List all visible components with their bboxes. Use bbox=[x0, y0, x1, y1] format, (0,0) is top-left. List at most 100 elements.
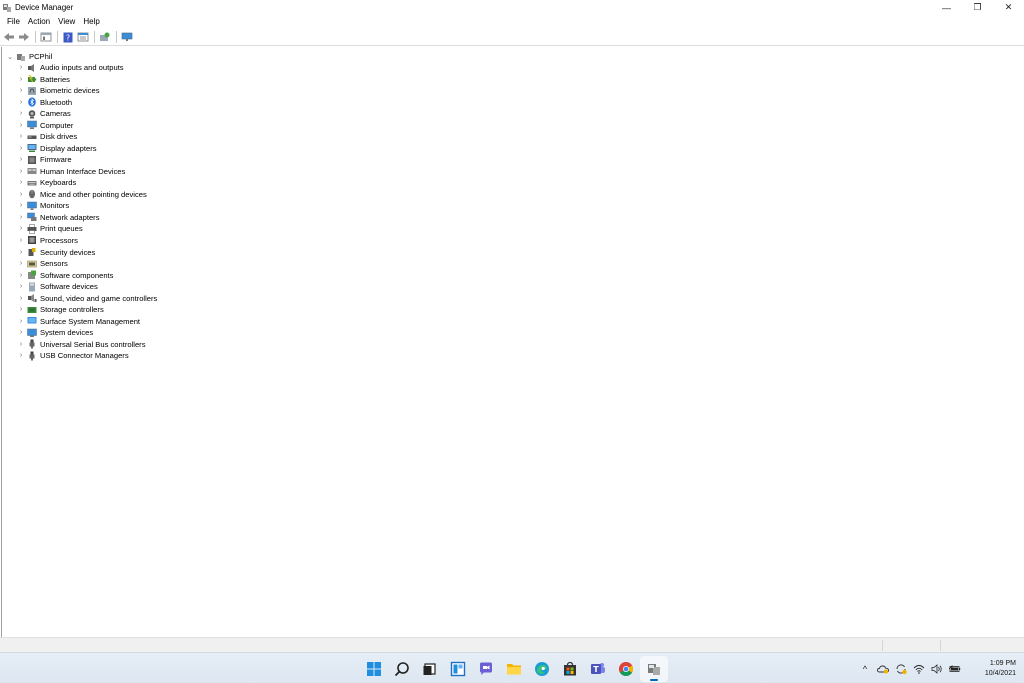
expand-chevron-icon[interactable]: › bbox=[17, 189, 25, 200]
widgets-icon[interactable] bbox=[444, 656, 472, 682]
expand-chevron-icon[interactable]: › bbox=[17, 74, 25, 85]
tree-item[interactable]: › Sensors bbox=[17, 258, 157, 270]
expand-chevron-icon[interactable]: › bbox=[17, 258, 25, 269]
show-hidden-icons-chevron-icon[interactable]: ^ bbox=[856, 659, 874, 679]
file-explorer-icon[interactable] bbox=[500, 656, 528, 682]
menu-file[interactable]: File bbox=[3, 15, 24, 29]
tree-item[interactable]: › Monitors bbox=[17, 200, 157, 212]
tree-item-label: Software components bbox=[40, 270, 114, 280]
tree-item[interactable]: › Security devices bbox=[17, 246, 157, 258]
collapse-chevron-icon[interactable]: ⌄ bbox=[6, 51, 14, 62]
back-arrow-icon[interactable] bbox=[2, 31, 16, 44]
expand-chevron-icon[interactable]: › bbox=[17, 235, 25, 246]
tree-item[interactable]: › Mice and other pointing devices bbox=[17, 189, 157, 201]
sync-update-icon[interactable] bbox=[892, 659, 910, 679]
tree-item[interactable]: › Surface System Management bbox=[17, 315, 157, 327]
forward-arrow-icon[interactable] bbox=[17, 31, 31, 44]
tree-item[interactable]: › Audio inputs and outputs bbox=[17, 62, 157, 74]
onedrive-icon[interactable] bbox=[874, 659, 892, 679]
expand-chevron-icon[interactable]: › bbox=[17, 247, 25, 258]
tree-item[interactable]: › Software components bbox=[17, 269, 157, 281]
tree-item[interactable]: › Network adapters bbox=[17, 212, 157, 224]
expand-chevron-icon[interactable]: › bbox=[17, 62, 25, 73]
expand-chevron-icon[interactable]: › bbox=[17, 327, 25, 338]
task-view-icon[interactable] bbox=[416, 656, 444, 682]
close-button[interactable]: ✕ bbox=[993, 0, 1024, 15]
tree-item-label: Monitors bbox=[40, 201, 70, 211]
expand-chevron-icon[interactable]: › bbox=[17, 304, 25, 315]
tree-item[interactable]: › Display adapters bbox=[17, 143, 157, 155]
expand-chevron-icon[interactable]: › bbox=[17, 85, 25, 96]
scan-hardware-icon[interactable] bbox=[98, 31, 112, 44]
expand-chevron-icon[interactable]: › bbox=[17, 166, 25, 177]
tree-item[interactable]: › Bluetooth bbox=[17, 97, 157, 109]
help-icon[interactable]: ? bbox=[61, 31, 75, 44]
expand-chevron-icon[interactable]: › bbox=[17, 316, 25, 327]
tree-item-label: Display adapters bbox=[40, 143, 97, 153]
expand-chevron-icon[interactable]: › bbox=[17, 177, 25, 188]
store-icon[interactable] bbox=[556, 656, 584, 682]
device-manager-icon[interactable] bbox=[640, 656, 668, 682]
surface-management-icon bbox=[27, 316, 37, 326]
tree-item[interactable]: › Universal Serial Bus controllers bbox=[17, 338, 157, 350]
software-device-icon bbox=[27, 282, 37, 292]
tree-item[interactable]: › Batteries bbox=[17, 74, 157, 86]
clock-time: 1:09 PM bbox=[989, 659, 1016, 667]
tree-item[interactable]: › Human Interface Devices bbox=[17, 166, 157, 178]
expand-chevron-icon[interactable]: › bbox=[17, 200, 25, 211]
toolbar-separator bbox=[116, 31, 117, 43]
tree-root-node[interactable]: ⌄ PCPhil bbox=[6, 51, 52, 62]
restore-button[interactable]: ❐ bbox=[962, 0, 993, 15]
expand-chevron-icon[interactable]: › bbox=[17, 293, 25, 304]
menu-help[interactable]: Help bbox=[79, 15, 103, 29]
expand-chevron-icon[interactable]: › bbox=[17, 350, 25, 361]
minimize-button[interactable]: — bbox=[931, 0, 962, 15]
expand-chevron-icon[interactable]: › bbox=[17, 154, 25, 165]
view-icon[interactable] bbox=[76, 31, 90, 44]
monitor-icon[interactable] bbox=[120, 31, 134, 44]
computer-root-icon bbox=[16, 52, 26, 62]
tree-item[interactable]: › Storage controllers bbox=[17, 304, 157, 316]
tree-item[interactable]: › Computer bbox=[17, 120, 157, 132]
properties-icon[interactable] bbox=[39, 31, 53, 44]
device-category-list: › Audio inputs and outputs › Batteries › Biom… bbox=[17, 62, 157, 361]
chat-icon[interactable] bbox=[472, 656, 500, 682]
chrome-icon[interactable] bbox=[612, 656, 640, 682]
wifi-icon[interactable] bbox=[910, 659, 928, 679]
device-tree[interactable]: ⌄ PCPhil › Audio inputs and outputs › Batte… bbox=[1, 47, 1024, 637]
sound-controller-icon bbox=[27, 293, 37, 303]
tree-item[interactable]: › Firmware bbox=[17, 154, 157, 166]
expand-chevron-icon[interactable]: › bbox=[17, 143, 25, 154]
tree-item[interactable]: › USB Connector Managers bbox=[17, 350, 157, 362]
network-adapter-icon bbox=[27, 212, 37, 222]
tree-item[interactable]: › Biometric devices bbox=[17, 85, 157, 97]
window-controls: — ❐ ✕ bbox=[931, 0, 1024, 15]
expand-chevron-icon[interactable]: › bbox=[17, 97, 25, 108]
volume-icon[interactable] bbox=[928, 659, 946, 679]
tree-item[interactable]: › Cameras bbox=[17, 108, 157, 120]
expand-chevron-icon[interactable]: › bbox=[17, 108, 25, 119]
expand-chevron-icon[interactable]: › bbox=[17, 281, 25, 292]
tree-item[interactable]: › Software devices bbox=[17, 281, 157, 293]
expand-chevron-icon[interactable]: › bbox=[17, 131, 25, 142]
menu-view[interactable]: View bbox=[54, 15, 79, 29]
start-icon[interactable] bbox=[360, 656, 388, 682]
expand-chevron-icon[interactable]: › bbox=[17, 212, 25, 223]
tree-item[interactable]: › Sound, video and game controllers bbox=[17, 292, 158, 304]
edge-icon[interactable] bbox=[528, 656, 556, 682]
teams-icon[interactable]: T bbox=[584, 656, 612, 682]
tree-item[interactable]: › Processors bbox=[17, 235, 157, 247]
tree-item[interactable]: › Keyboards bbox=[17, 177, 157, 189]
battery-charging-icon[interactable] bbox=[946, 659, 964, 679]
tree-item-label: Sensors bbox=[40, 259, 68, 269]
expand-chevron-icon[interactable]: › bbox=[17, 270, 25, 281]
expand-chevron-icon[interactable]: › bbox=[17, 339, 25, 350]
clock[interactable]: 1:09 PM 10/4/2021 bbox=[964, 659, 1024, 679]
menu-action[interactable]: Action bbox=[24, 15, 54, 29]
tree-item[interactable]: › Disk drives bbox=[17, 131, 157, 143]
expand-chevron-icon[interactable]: › bbox=[17, 223, 25, 234]
tree-item[interactable]: › System devices bbox=[17, 327, 157, 339]
expand-chevron-icon[interactable]: › bbox=[17, 120, 25, 131]
tree-item[interactable]: › Print queues bbox=[17, 223, 157, 235]
search-icon[interactable] bbox=[388, 656, 416, 682]
